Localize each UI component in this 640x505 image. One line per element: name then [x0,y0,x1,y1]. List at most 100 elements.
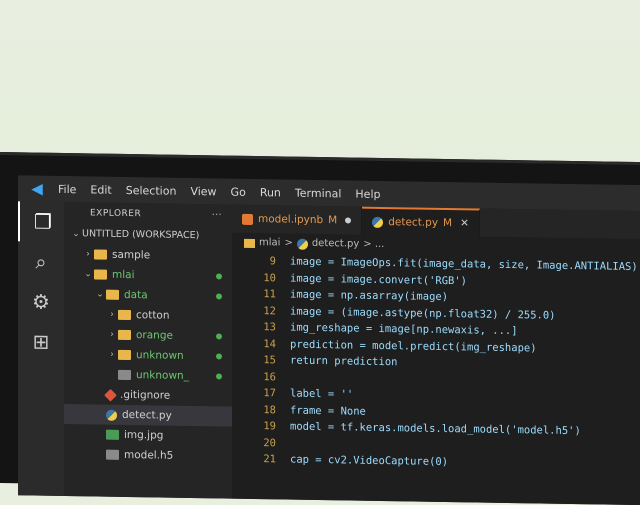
tree-item[interactable]: ⌄ mlai [64,264,232,287]
code-text: cap = cv2.VideoCapture(0) [290,452,448,471]
menu-go[interactable]: Go [231,185,246,198]
line-number: 11 [232,286,290,303]
tab-state: M [443,217,452,229]
file-icon [106,450,119,460]
code-text: label = '' [290,386,353,403]
explorer-header: EXPLORER ··· [64,202,232,227]
chevron-icon: › [106,345,118,365]
breadcrumb-separator: > [284,233,292,253]
chevron-icon: › [106,305,118,325]
line-number: 10 [232,269,290,286]
menu-run[interactable]: Run [260,186,281,199]
folder-icon [118,350,131,360]
tree-item-label: mlai [112,265,135,285]
python-icon [297,238,308,249]
menu-selection[interactable]: Selection [126,183,177,197]
breadcrumb-folder[interactable]: mlai [259,233,280,253]
tree-item-label: unknown [136,345,184,366]
monitor-bezel: ◀ File Edit Selection View Go Run Termin… [0,152,640,493]
editor-area: model.ipynb M detect.py M ✕ mlai > detec… [232,205,640,505]
breadcrumb-file[interactable]: detect.py [312,234,359,255]
tree-item[interactable]: ⌄ data [64,284,232,307]
search-icon[interactable]: ⌕ [18,241,64,282]
python-icon [106,409,117,420]
file-icon [118,370,131,380]
line-number: 14 [232,335,290,352]
files-icon[interactable]: ❐ [18,201,66,242]
more-actions-icon[interactable]: ··· [212,204,222,226]
tree-item-label: .gitignore [120,385,170,406]
workspace-label: UNTITLED (WORKSPACE) [82,224,199,246]
line-number: 20 [232,434,290,451]
tree-item-label: cotton [136,305,170,326]
folder-icon [106,290,119,300]
explorer-panel: EXPLORER ··· ⌄ UNTITLED (WORKSPACE) › sam… [64,202,232,505]
close-icon[interactable]: ✕ [460,217,469,229]
line-number: 21 [232,451,290,468]
folder-icon [118,310,131,320]
tab-detect-py[interactable]: detect.py M ✕ [362,207,480,237]
folder-icon [94,269,107,279]
menu-edit[interactable]: Edit [90,183,111,196]
chevron-down-icon: ⌄ [70,224,82,244]
tree-item[interactable]: img.jpg [64,424,232,447]
notebook-icon [242,213,253,224]
chevron-icon: › [82,244,94,264]
menu-file[interactable]: File [58,182,76,195]
tree-item-label: orange [136,325,173,346]
line-number: 15 [232,352,290,369]
breadcrumb-trail[interactable]: > ... [363,235,384,255]
folder-icon [94,249,107,259]
run-debug-icon[interactable]: ⚙ [18,281,64,322]
chevron-icon: ⌄ [94,284,106,304]
workspace-root[interactable]: ⌄ UNTITLED (WORKSPACE) [64,224,232,247]
chevron-icon: ⌄ [82,264,94,284]
line-number: 17 [232,385,290,402]
code-editor[interactable]: 9image = ImageOps.fit(image_data, size, … [232,253,640,474]
tree-item-label: detect.py [122,405,172,426]
git-icon [104,388,117,401]
git-status-dot [216,273,222,279]
vscode-window: ◀ File Edit Selection View Go Run Termin… [18,175,640,505]
python-icon [372,216,383,227]
chevron-icon: › [106,325,118,345]
tab-label: model.ipynb [258,213,323,226]
folder-icon [118,330,131,340]
tree-item[interactable]: › orange [64,324,232,347]
extensions-icon[interactable]: ⊞ [18,321,64,362]
line-number: 12 [232,302,290,319]
tree-item-label: sample [112,245,150,266]
tab-state: M [328,214,337,226]
vscode-logo-icon: ◀ [26,177,48,199]
tree-item[interactable]: .gitignore [64,384,232,407]
line-number: 18 [232,401,290,418]
git-status-dot [216,293,222,299]
tree-item-label: data [124,285,148,305]
file-tree: ⌄ UNTITLED (WORKSPACE) › sample ⌄ mlai ⌄ data… [64,224,232,467]
tree-item[interactable]: unknown_ [64,364,232,387]
code-text: return prediction [290,353,397,371]
git-status-dot [216,333,222,339]
explorer-title: EXPLORER [90,202,141,225]
menu-terminal[interactable]: Terminal [295,186,342,200]
git-status-dot [216,353,222,359]
tree-item-label: img.jpg [124,425,163,446]
line-number: 16 [232,368,290,385]
tab-model-ipynb[interactable]: model.ipynb M [232,205,362,235]
line-number: 19 [232,418,290,435]
tree-item[interactable]: › cotton [64,304,232,327]
unsaved-dot-icon [345,217,351,223]
activity-bar: ❐ ⌕ ⚙ ⊞ [18,201,64,502]
tree-item[interactable]: detect.py [64,404,232,427]
tree-item-label: unknown_ [136,365,189,386]
tab-label: detect.py [388,216,438,229]
tree-item[interactable]: model.h5 [64,444,232,467]
menu-view[interactable]: View [190,184,216,197]
code-text: frame = None [290,402,366,420]
image-icon [106,430,119,440]
menu-help[interactable]: Help [355,187,380,200]
line-number: 9 [232,253,290,270]
tree-item[interactable]: › sample [64,244,232,267]
git-status-dot [216,373,222,379]
tree-item[interactable]: › unknown [64,344,232,367]
